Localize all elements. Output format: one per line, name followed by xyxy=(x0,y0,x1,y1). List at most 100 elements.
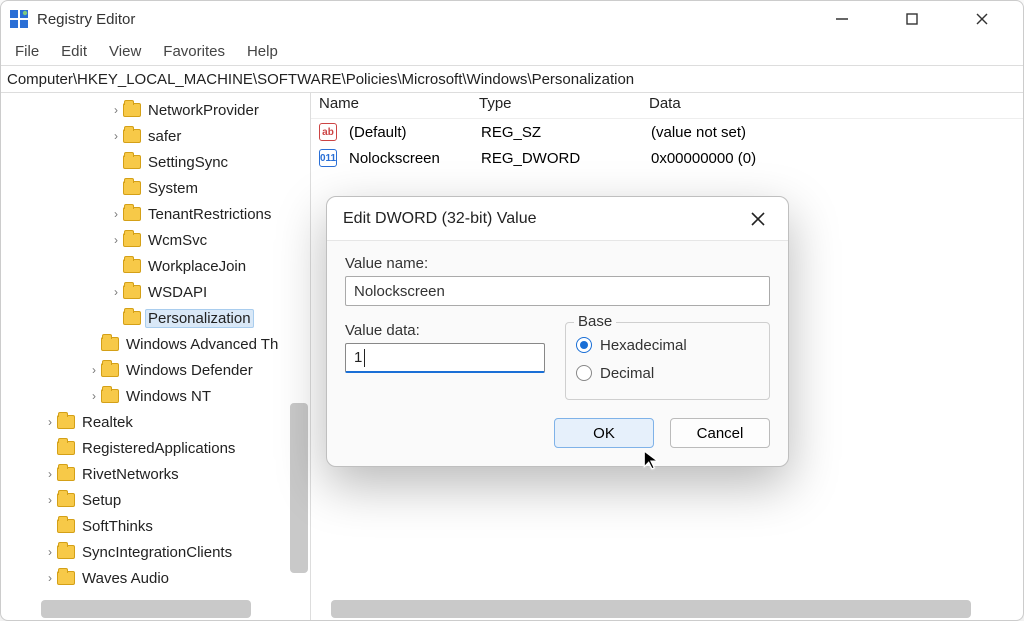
tree-node[interactable]: › safer xyxy=(1,123,310,149)
tree-node-label: SyncIntegrationClients xyxy=(79,543,235,562)
registry-tree[interactable]: ›NetworkProvider›saferSettingSyncSystem›… xyxy=(1,93,310,591)
window-controls xyxy=(819,4,1015,34)
expander-icon[interactable]: › xyxy=(43,467,57,481)
caret-icon xyxy=(364,349,365,367)
tree-node[interactable]: › RivetNetworks xyxy=(1,461,310,487)
maximize-button[interactable] xyxy=(889,4,935,34)
tree-node[interactable]: › SyncIntegrationClients xyxy=(1,539,310,565)
tree-pane: ›NetworkProvider›saferSettingSyncSystem›… xyxy=(1,93,311,621)
tree-node[interactable]: WorkplaceJoin xyxy=(1,253,310,279)
value-name-input[interactable] xyxy=(345,276,770,306)
app-icon xyxy=(9,9,29,29)
value-row[interactable]: 011NolockscreenREG_DWORD0x00000000 (0) xyxy=(311,145,1023,171)
col-type[interactable]: Type xyxy=(471,93,641,118)
expander-icon[interactable]: › xyxy=(43,571,57,585)
ok-button[interactable]: OK xyxy=(554,418,654,448)
radio-decimal[interactable]: Decimal xyxy=(576,359,759,387)
value-row[interactable]: ab(Default)REG_SZ(value not set) xyxy=(311,119,1023,145)
tree-node[interactable]: ›WcmSvc xyxy=(1,227,310,253)
tree-node[interactable]: › WSDAPI xyxy=(1,279,310,305)
address-text: Computer\HKEY_LOCAL_MACHINE\SOFTWARE\Pol… xyxy=(7,71,634,88)
expander-icon[interactable]: › xyxy=(109,207,123,221)
folder-icon xyxy=(123,129,141,143)
radio-icon xyxy=(576,337,592,353)
tree-node[interactable]: Personalization xyxy=(1,305,310,331)
menu-help[interactable]: Help xyxy=(247,43,278,60)
expander-icon[interactable]: › xyxy=(43,493,57,507)
base-fieldset: Base Hexadecimal Decimal xyxy=(565,322,770,400)
folder-icon xyxy=(57,441,75,455)
folder-icon xyxy=(123,259,141,273)
expander-icon[interactable]: › xyxy=(43,415,57,429)
tree-node[interactable]: ›NetworkProvider xyxy=(1,97,310,123)
tree-node[interactable]: RegisteredApplications xyxy=(1,435,310,461)
radio-hex-label: Hexadecimal xyxy=(600,337,687,354)
tree-scrollbar-vertical[interactable] xyxy=(290,403,308,573)
dword-value-icon: 011 xyxy=(319,149,337,167)
menu-edit[interactable]: Edit xyxy=(61,43,87,60)
tree-node[interactable]: ›Waves Audio xyxy=(1,565,310,591)
tree-node-label: System xyxy=(145,179,201,198)
menu-favorites[interactable]: Favorites xyxy=(163,43,225,60)
value-data: (value not set) xyxy=(643,122,1023,143)
dialog-close-button[interactable] xyxy=(744,205,772,233)
expander-icon[interactable]: › xyxy=(43,545,57,559)
tree-node[interactable]: › Realtek xyxy=(1,409,310,435)
values-scrollbar-horizontal[interactable] xyxy=(331,600,971,618)
tree-node[interactable]: ›Windows Defender xyxy=(1,357,310,383)
expander-icon[interactable]: › xyxy=(109,129,123,143)
titlebar: Registry Editor xyxy=(1,1,1023,37)
tree-node[interactable]: System xyxy=(1,175,310,201)
value-data-text: 1 xyxy=(354,349,362,366)
cancel-button[interactable]: Cancel xyxy=(670,418,770,448)
edit-dword-dialog: Edit DWORD (32-bit) Value Value name: Va… xyxy=(326,196,789,467)
tree-node[interactable]: ›Windows NT xyxy=(1,383,310,409)
tree-node-label: Setup xyxy=(79,491,124,510)
radio-icon xyxy=(576,365,592,381)
tree-node[interactable]: SoftThinks xyxy=(1,513,310,539)
address-bar[interactable]: Computer\HKEY_LOCAL_MACHINE\SOFTWARE\Pol… xyxy=(1,65,1023,93)
menu-file[interactable]: File xyxy=(15,43,39,60)
folder-icon xyxy=(101,363,119,377)
value-type: REG_DWORD xyxy=(473,148,643,169)
tree-node[interactable]: ›TenantRestrictions xyxy=(1,201,310,227)
expander-icon[interactable]: › xyxy=(87,389,101,403)
value-data-label: Value data: xyxy=(345,322,545,339)
radio-dec-label: Decimal xyxy=(600,365,654,382)
folder-icon xyxy=(57,571,75,585)
expander-icon[interactable]: › xyxy=(109,285,123,299)
folder-icon xyxy=(123,207,141,221)
value-name: (Default) xyxy=(341,122,473,143)
dialog-buttons: OK Cancel xyxy=(327,406,788,466)
tree-scrollbar-horizontal[interactable] xyxy=(41,600,251,618)
tree-node-label: WSDAPI xyxy=(145,283,210,302)
expander-icon[interactable]: › xyxy=(109,233,123,247)
col-data[interactable]: Data xyxy=(641,93,1023,118)
menu-view[interactable]: View xyxy=(109,43,141,60)
value-name: Nolockscreen xyxy=(341,148,473,169)
folder-icon xyxy=(57,415,75,429)
tree-node-label: safer xyxy=(145,127,184,146)
tree-node[interactable]: › Setup xyxy=(1,487,310,513)
col-name[interactable]: Name xyxy=(311,93,471,118)
registry-editor-window: Registry Editor File Edit View Favorites… xyxy=(0,0,1024,621)
folder-icon xyxy=(123,181,141,195)
close-button[interactable] xyxy=(959,4,1005,34)
radio-hexadecimal[interactable]: Hexadecimal xyxy=(576,331,759,359)
base-legend: Base xyxy=(574,313,616,330)
tree-node-label: Personalization xyxy=(145,309,254,328)
value-data: 0x00000000 (0) xyxy=(643,148,1023,169)
dialog-body: Value name: Value data: 1 Base Hexadecim… xyxy=(327,241,788,406)
folder-icon xyxy=(123,103,141,117)
menubar: File Edit View Favorites Help xyxy=(1,37,1023,65)
value-data-input[interactable]: 1 xyxy=(345,343,545,373)
tree-node-label: Realtek xyxy=(79,413,136,432)
tree-node[interactable]: Windows Advanced Th xyxy=(1,331,310,357)
tree-node-label: RivetNetworks xyxy=(79,465,182,484)
minimize-button[interactable] xyxy=(819,4,865,34)
expander-icon[interactable]: › xyxy=(109,103,123,117)
expander-icon[interactable]: › xyxy=(87,363,101,377)
values-list[interactable]: ab(Default)REG_SZ(value not set)011Noloc… xyxy=(311,119,1023,171)
folder-icon xyxy=(123,233,141,247)
tree-node[interactable]: SettingSync xyxy=(1,149,310,175)
